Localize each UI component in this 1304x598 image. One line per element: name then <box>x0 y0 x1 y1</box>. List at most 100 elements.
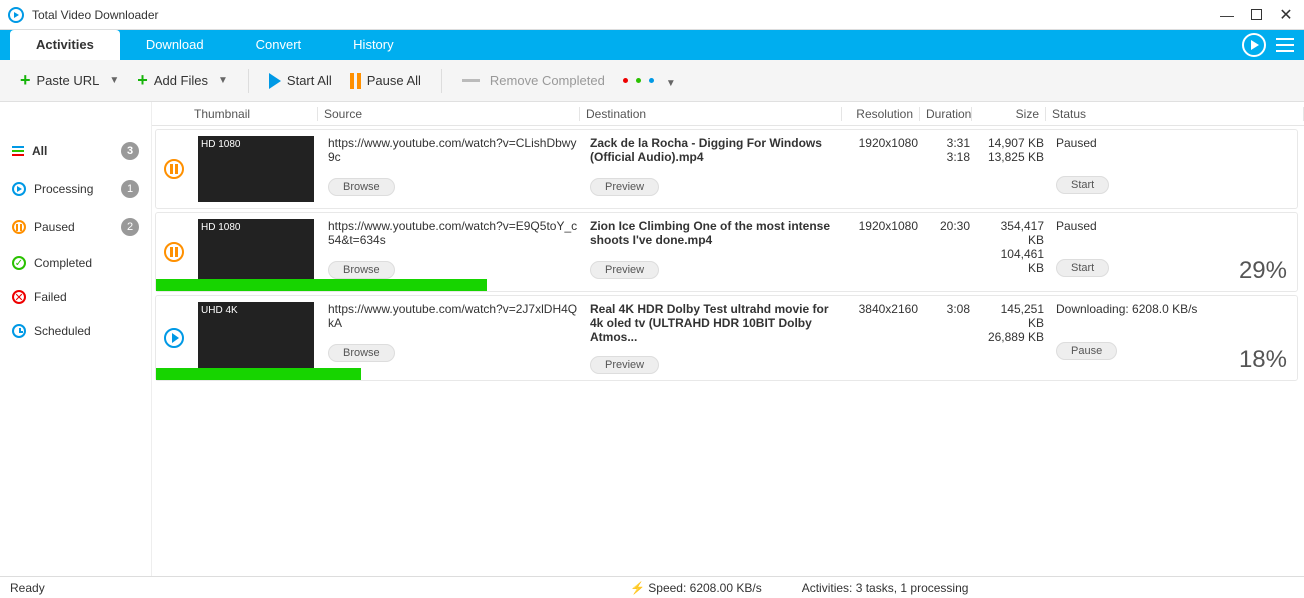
clock-icon <box>12 324 26 338</box>
size: 14,907 KB13,825 KB <box>976 130 1050 208</box>
badge: 3 <box>121 142 139 160</box>
column-header: Thumbnail Source Destination Resolution … <box>152 102 1304 126</box>
pause-icon <box>350 73 361 89</box>
chevron-down-icon[interactable]: ▼ <box>109 75 119 86</box>
pause-all-label: Pause All <box>367 73 421 88</box>
status-text: Paused <box>1056 219 1291 233</box>
browse-button[interactable]: Browse <box>328 178 395 196</box>
minus-icon <box>462 79 480 82</box>
status-ready: Ready <box>10 581 590 595</box>
paste-url-label: Paste URL <box>37 73 100 88</box>
sidebar-item-completed[interactable]: ✓ Completed <box>0 246 151 280</box>
percent: 18% <box>1239 346 1287 374</box>
progress-bar <box>156 279 487 291</box>
duration: 20:30 <box>924 213 976 291</box>
sidebar-item-label: Processing <box>34 182 113 196</box>
plus-icon: + <box>20 70 31 91</box>
sidebar-item-label: Completed <box>34 256 139 270</box>
paste-url-button[interactable]: + Paste URL ▼ <box>14 66 125 95</box>
tab-download[interactable]: Download <box>120 30 230 60</box>
chevron-down-icon[interactable]: ▼ <box>218 75 228 86</box>
tabbar: Activities Download Convert History <box>0 30 1304 60</box>
close-button[interactable]: ✕ <box>1280 9 1292 21</box>
sidebar-item-all[interactable]: All 3 <box>0 132 151 170</box>
sidebar-item-failed[interactable]: ✕ Failed <box>0 280 151 314</box>
col-thumbnail[interactable]: Thumbnail <box>188 107 318 121</box>
menu-icon[interactable] <box>1276 33 1294 57</box>
thumbnail: HD 1080 <box>198 136 314 202</box>
tab-convert[interactable]: Convert <box>230 30 328 60</box>
statusbar: Ready ⚡ Speed: 6208.00 KB/s Activities: … <box>0 576 1304 598</box>
duration: 3:313:18 <box>924 130 976 208</box>
options-button[interactable]: ▼ <box>617 74 679 87</box>
play-icon[interactable] <box>1242 33 1266 57</box>
size: 354,417 KB104,461 KB <box>976 213 1050 291</box>
col-status[interactable]: Status <box>1046 107 1304 121</box>
failed-icon: ✕ <box>12 290 26 304</box>
browse-button[interactable]: Browse <box>328 261 395 279</box>
sidebar-item-label: Scheduled <box>34 324 139 338</box>
source-url: https://www.youtube.com/watch?v=CLishDbw… <box>328 136 578 166</box>
col-resolution[interactable]: Resolution <box>842 107 920 121</box>
play-icon <box>269 73 281 89</box>
sidebar-item-scheduled[interactable]: Scheduled <box>0 314 151 348</box>
all-icon <box>12 146 24 156</box>
processing-icon <box>12 182 26 196</box>
filename: Zion Ice Climbing One of the most intens… <box>590 219 840 249</box>
browse-button[interactable]: Browse <box>328 344 395 362</box>
source-url: https://www.youtube.com/watch?v=2J7xlDH4… <box>328 302 578 332</box>
status-speed: ⚡ Speed: 6208.00 KB/s <box>630 581 762 595</box>
col-source[interactable]: Source <box>318 107 580 121</box>
preview-button[interactable]: Preview <box>590 356 659 374</box>
tab-history[interactable]: History <box>327 30 419 60</box>
sidebar-item-paused[interactable]: Paused 2 <box>0 208 151 246</box>
table-row[interactable]: UHD 4K https://www.youtube.com/watch?v=2J… <box>155 295 1298 381</box>
pause-button[interactable]: Pause <box>1056 342 1117 360</box>
paused-icon <box>12 220 26 234</box>
resolution: 3840x2160 <box>846 296 924 380</box>
pause-all-button[interactable]: Pause All <box>344 69 427 93</box>
minimize-button[interactable]: — <box>1221 9 1233 21</box>
filename: Zack de la Rocha - Digging For Windows (… <box>590 136 840 166</box>
plus-icon: + <box>137 70 148 91</box>
chevron-down-icon: ▼ <box>666 78 671 83</box>
start-all-button[interactable]: Start All <box>263 69 338 93</box>
progress-bar <box>156 368 361 380</box>
sidebar: All 3 Processing 1 Paused 2 ✓ Completed … <box>0 102 152 576</box>
resolution: 1920x1080 <box>846 213 924 291</box>
titlebar: Total Video Downloader — ✕ <box>0 0 1304 30</box>
percent: 29% <box>1239 257 1287 285</box>
sidebar-item-label: All <box>32 144 113 158</box>
status-activities: Activities: 3 tasks, 1 processing <box>802 581 969 595</box>
col-size[interactable]: Size <box>972 107 1046 121</box>
paused-icon <box>164 159 184 179</box>
completed-icon: ✓ <box>12 256 26 270</box>
badge: 2 <box>121 218 139 236</box>
add-files-button[interactable]: + Add Files ▼ <box>131 66 234 95</box>
preview-button[interactable]: Preview <box>590 178 659 196</box>
start-button[interactable]: Start <box>1056 259 1109 277</box>
toolbar: + Paste URL ▼ + Add Files ▼ Start All Pa… <box>0 60 1304 102</box>
source-url: https://www.youtube.com/watch?v=E9Q5toY_… <box>328 219 578 249</box>
maximize-button[interactable] <box>1251 9 1262 20</box>
content: Thumbnail Source Destination Resolution … <box>152 102 1304 576</box>
sidebar-item-processing[interactable]: Processing 1 <box>0 170 151 208</box>
duration: 3:08 <box>924 296 976 380</box>
tab-activities[interactable]: Activities <box>10 30 120 60</box>
resolution: 1920x1080 <box>846 130 924 208</box>
thumbnail: UHD 4K <box>198 302 314 368</box>
status-text: Paused <box>1056 136 1291 150</box>
col-duration[interactable]: Duration <box>920 107 972 121</box>
remove-completed-button[interactable]: Remove Completed <box>456 69 611 92</box>
size: 145,251 KB26,889 KB <box>976 296 1050 380</box>
start-button[interactable]: Start <box>1056 176 1109 194</box>
app-title: Total Video Downloader <box>32 8 1221 22</box>
sidebar-item-label: Failed <box>34 290 139 304</box>
col-destination[interactable]: Destination <box>580 107 842 121</box>
sidebar-item-label: Paused <box>34 220 113 234</box>
table-row[interactable]: HD 1080 https://www.youtube.com/watch?v=C… <box>155 129 1298 209</box>
preview-button[interactable]: Preview <box>590 261 659 279</box>
table-row[interactable]: HD 1080https://www.youtube.com/watch?v=E… <box>155 212 1298 292</box>
filename: Real 4K HDR Dolby Test ultrahd movie for… <box>590 302 840 344</box>
status-text: Downloading: 6208.0 KB/s <box>1056 302 1291 316</box>
